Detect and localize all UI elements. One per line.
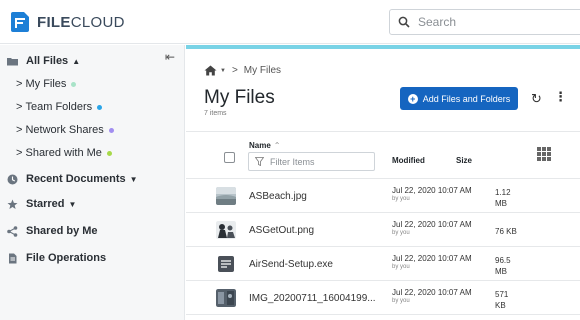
filter-icon	[255, 157, 264, 166]
add-button-label: Add Files and Folders	[422, 93, 511, 104]
file-size: 1.12 MB	[495, 188, 511, 208]
search-box[interactable]	[389, 9, 580, 35]
sidebar-item-label: Shared with Me	[25, 147, 102, 159]
sidebar-item-all-files[interactable]: All Files ▲	[7, 55, 80, 67]
document-icon	[218, 256, 234, 272]
item-count: 7 items	[204, 110, 227, 117]
file-name[interactable]: ASBeach.jpg	[249, 191, 307, 202]
sidebar-item-label: My Files	[25, 78, 67, 90]
collapse-sidebar-icon[interactable]: ⇤	[165, 50, 175, 64]
chevron-right-icon: >	[16, 124, 26, 136]
file-modified-by: by you	[392, 196, 410, 202]
people-thumbnail	[216, 221, 236, 239]
share-icon	[7, 225, 18, 237]
file-row[interactable]: ASGetOut.png Jul 22, 2020 10:07 AM by yo…	[186, 214, 580, 247]
accent-bar	[186, 45, 580, 49]
folder-icon	[7, 57, 18, 65]
file-row[interactable]: AirSend-Setup.exe Jul 22, 2020 10:07 AM …	[186, 248, 580, 281]
chevron-right-icon: >	[16, 78, 26, 90]
chevron-right-icon: >	[16, 147, 26, 159]
file-size: 96.5 MB	[495, 256, 511, 276]
search-input[interactable]	[418, 15, 568, 29]
file-name[interactable]: ASGetOut.png	[249, 225, 314, 236]
file-table-header: Name⌃ Modified Size	[186, 131, 580, 179]
sidebar-item-my-files[interactable]: > My Files	[16, 78, 77, 90]
file-modified-by: by you	[392, 264, 410, 270]
file-modified: Jul 22, 2020 10:07 AM	[392, 254, 472, 263]
filecloud-logo[interactable]: FILECLOUD	[10, 10, 125, 34]
sort-up-icon: ⌃	[273, 141, 281, 150]
status-dot	[97, 104, 103, 110]
file-modified: Jul 22, 2020 10:07 AM	[392, 186, 472, 195]
chevron-down-icon[interactable]: ▼	[220, 68, 226, 74]
beach-thumbnail	[216, 187, 236, 205]
refresh-icon[interactable]: ↻	[531, 91, 542, 107]
main-panel: ▼ > My Files My Files 7 items + Add File…	[186, 45, 580, 320]
breadcrumb-current[interactable]: My Files	[244, 65, 281, 76]
grid-view-icon[interactable]	[537, 147, 551, 161]
file-name[interactable]: IMG_20200711_16004199...	[249, 293, 376, 304]
sidebar-item-shared-by-me[interactable]: Shared by Me	[7, 225, 98, 237]
sidebar-item-network-shares[interactable]: > Network Shares	[16, 124, 114, 136]
status-dot	[71, 81, 77, 87]
sidebar-item-label: Starred	[26, 198, 65, 210]
caret-down-icon: ▼	[129, 174, 138, 184]
sidebar-item-label: Team Folders	[25, 101, 93, 113]
sidebar-item-label: Shared by Me	[26, 225, 98, 237]
column-header-name[interactable]: Name ⌃	[249, 141, 281, 150]
sidebar-item-label: Network Shares	[25, 124, 104, 136]
sidebar-item-label: All Files	[26, 55, 69, 67]
file-modified: Jul 22, 2020 10:07 AM	[392, 220, 472, 229]
file-row[interactable]: ASBeach.jpg Jul 22, 2020 10:07 AM by you…	[186, 180, 580, 213]
file-modified-by: by you	[392, 298, 410, 304]
file-size: 571 KB	[495, 290, 509, 310]
more-options-icon[interactable]: ⋮	[554, 89, 567, 105]
page-title: My Files	[204, 87, 275, 108]
file-modified-by: by you	[392, 230, 410, 236]
chevron-right-icon: >	[231, 65, 238, 76]
photo-thumbnail	[216, 289, 236, 307]
status-dot	[106, 150, 112, 156]
caret-down-icon: ▼	[68, 199, 77, 209]
sidebar-item-label: Recent Documents	[26, 173, 126, 185]
add-files-and-folders-button[interactable]: + Add Files and Folders	[400, 87, 518, 110]
breadcrumb: ▼ > My Files	[204, 65, 281, 76]
file-modified: Jul 22, 2020 10:07 AM	[392, 288, 472, 297]
select-all-checkbox[interactable]	[224, 152, 235, 163]
column-header-size[interactable]: Size	[456, 156, 472, 165]
file-row[interactable]: IMG_20200711_16004199... Jul 22, 2020 10…	[186, 282, 580, 315]
filecloud-logo-icon	[11, 12, 29, 32]
logo-text: FILECLOUD	[37, 13, 125, 31]
search-icon	[398, 16, 410, 28]
sidebar-item-recent-documents[interactable]: Recent Documents ▼	[7, 173, 138, 185]
sidebar-item-file-operations[interactable]: File Operations	[7, 252, 106, 264]
chevron-right-icon: >	[16, 101, 26, 113]
plus-icon: +	[407, 93, 418, 104]
caret-up-icon: ▲	[72, 56, 81, 66]
clock-icon	[7, 174, 18, 184]
sidebar: ⇤ All Files ▲ > My Files > Team Folders …	[0, 45, 185, 320]
sidebar-item-starred[interactable]: Starred ▼	[7, 198, 76, 210]
top-bar: FILECLOUD	[0, 0, 580, 44]
status-dot	[108, 127, 114, 133]
sidebar-item-label: File Operations	[26, 252, 107, 264]
sidebar-item-team-folders[interactable]: > Team Folders	[16, 101, 103, 113]
filter-box[interactable]	[248, 152, 375, 171]
file-name[interactable]: AirSend-Setup.exe	[249, 259, 333, 270]
column-header-modified[interactable]: Modified	[392, 156, 425, 165]
filter-input[interactable]	[270, 156, 370, 167]
sidebar-item-shared-with-me[interactable]: > Shared with Me	[16, 147, 112, 159]
document-icon	[9, 253, 17, 263]
home-icon[interactable]	[204, 65, 217, 76]
star-icon	[7, 199, 18, 209]
file-size: 76 KB	[495, 227, 517, 236]
